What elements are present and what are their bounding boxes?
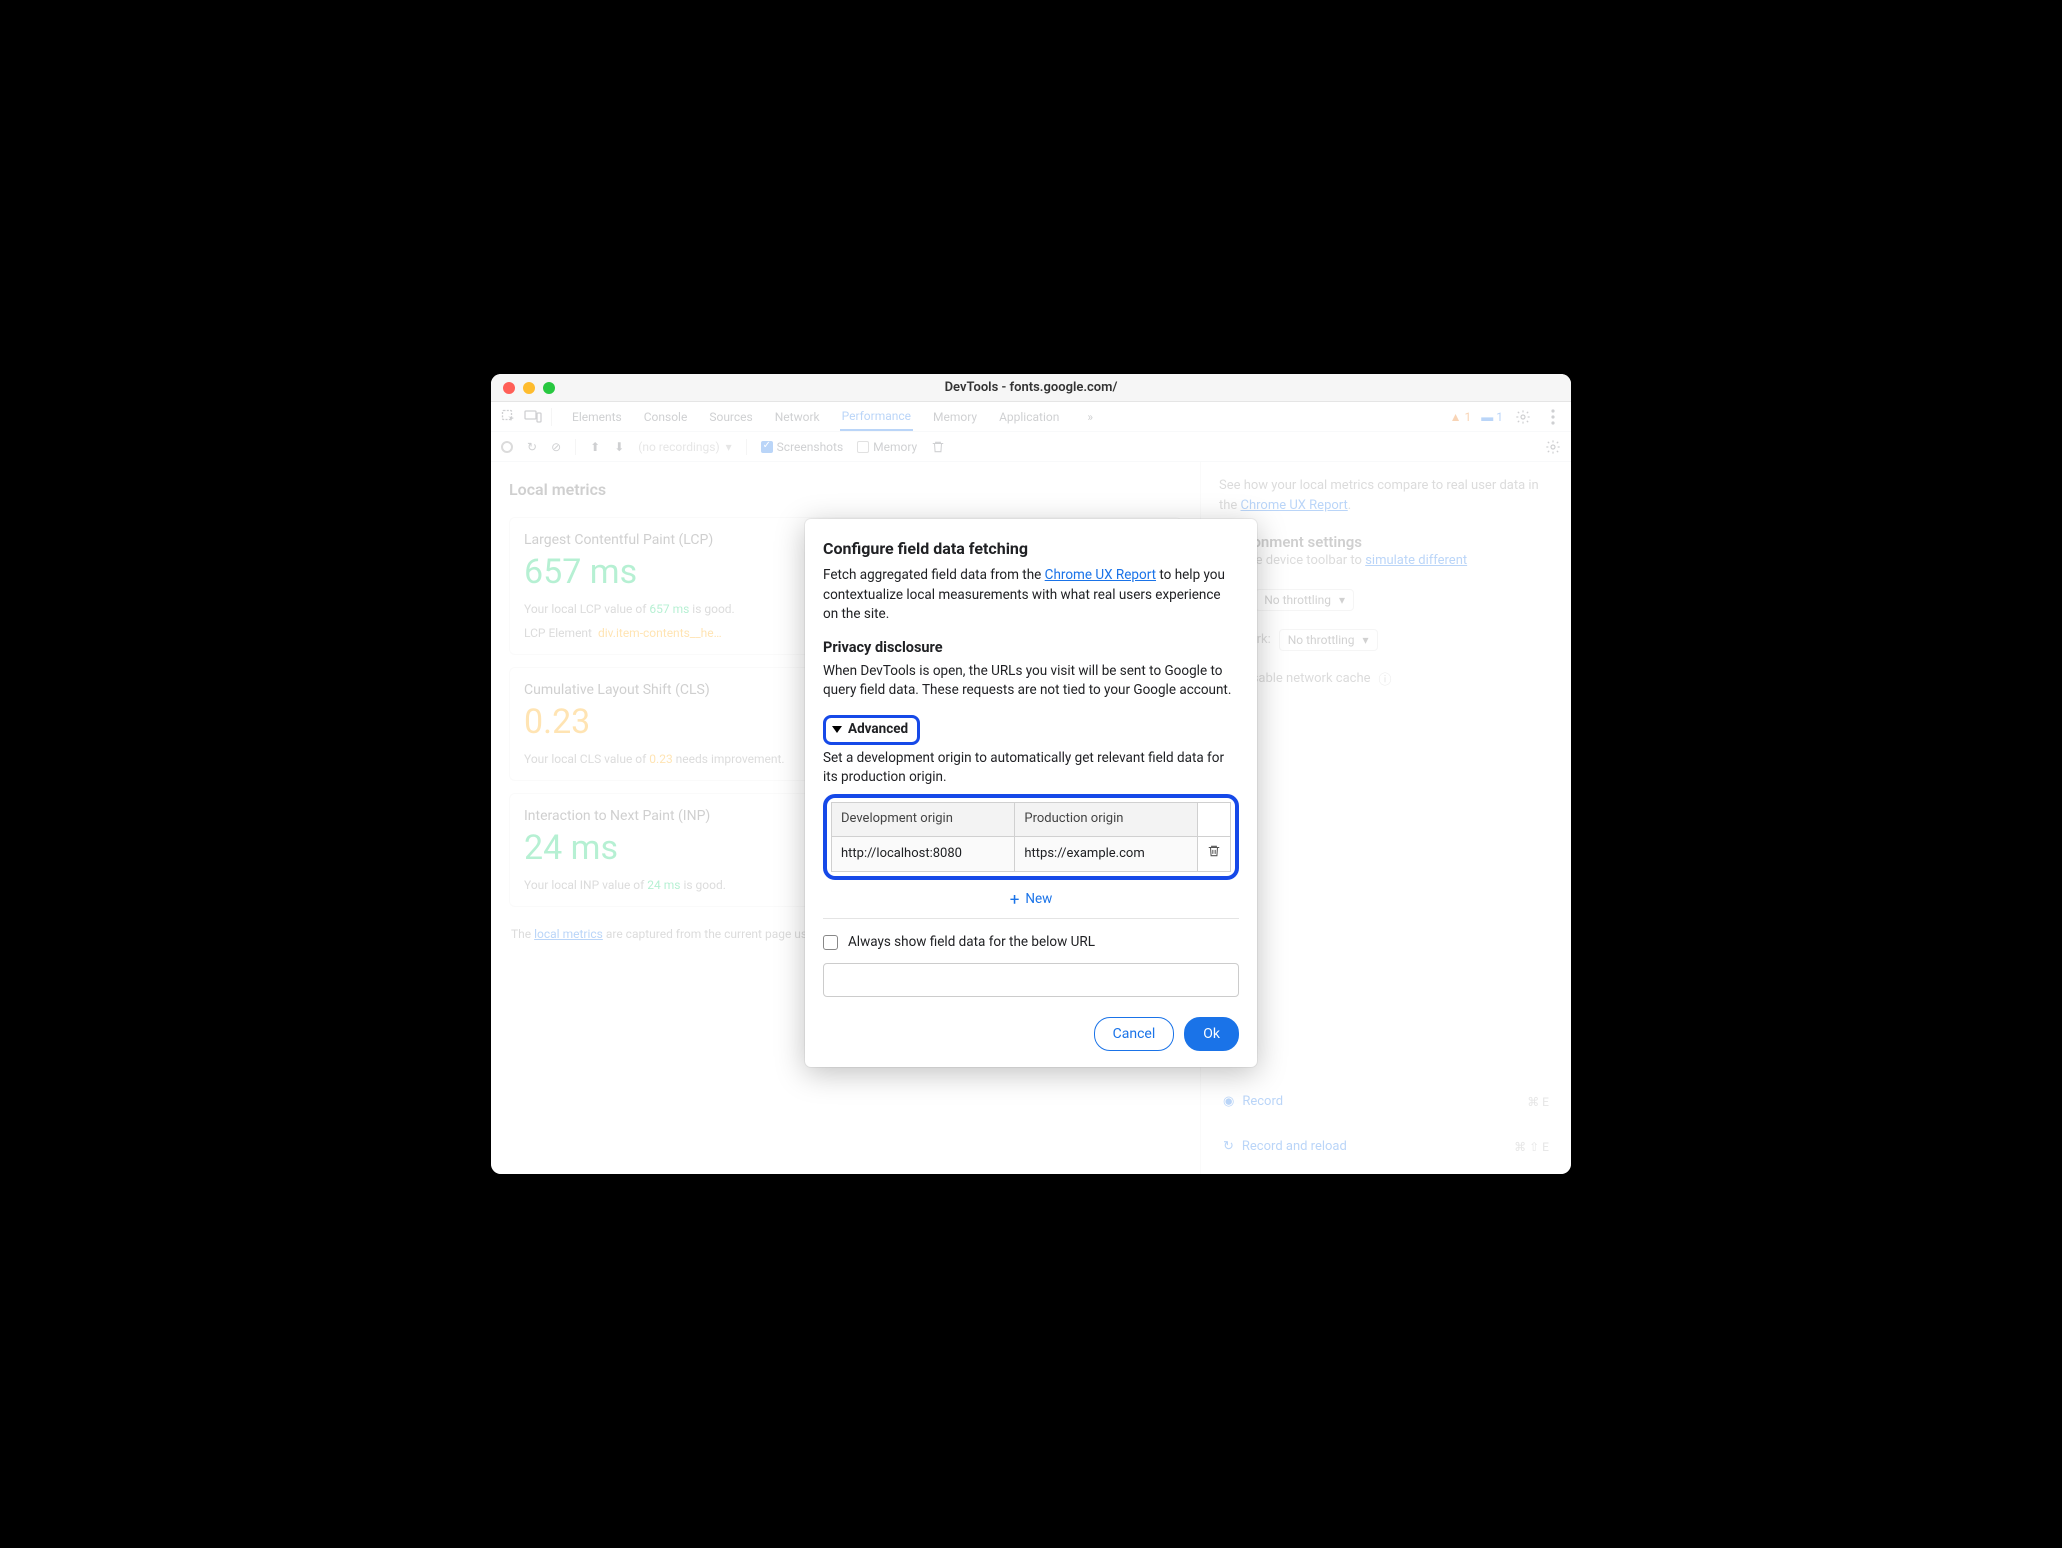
cpu-dropdown[interactable]: No throttling▾ [1255,589,1354,611]
advanced-toggle[interactable]: Advanced [823,715,920,745]
env-settings-text: Use the device toolbar to simulate diffe… [1219,551,1553,571]
dialog-title: Configure field data fetching [823,537,1239,560]
record-icon[interactable] [501,441,513,453]
tabs-overflow-icon[interactable]: » [1087,410,1093,424]
tab-memory[interactable]: Memory [931,404,979,430]
disclosure-triangle-icon [832,726,842,733]
gear-icon[interactable] [1513,407,1533,427]
kebab-icon[interactable] [1543,407,1563,427]
upload-icon[interactable]: ⬆ [590,440,600,454]
warnings-badge[interactable]: ▲ 1 [1450,410,1472,424]
local-metrics-heading: Local metrics [509,480,1182,499]
local-metrics-link[interactable]: local metrics [534,927,603,941]
record-icon: ◉ [1223,1094,1234,1109]
reload-icon: ↻ [1223,1139,1234,1154]
network-throttle-row: Network: No throttling▾ [1219,629,1553,651]
tab-application[interactable]: Application [997,404,1061,430]
divider [746,439,747,455]
prod-origin-header: Production origin [1015,802,1198,836]
screenshots-checkbox[interactable]: Screenshots [761,440,843,454]
memory-checkbox[interactable]: Memory [857,440,917,454]
issues-badge[interactable]: ▬ 1 [1481,410,1503,424]
inspect-icon[interactable] [499,407,519,427]
tab-sources[interactable]: Sources [707,404,754,430]
simulate-link[interactable]: simulate different [1365,553,1467,568]
privacy-heading: Privacy disclosure [823,637,1239,658]
privacy-body: When DevTools is open, the URLs you visi… [823,662,1239,701]
device-toolbar-icon[interactable] [523,407,543,427]
tabs-right: ▲ 1 ▬ 1 [1450,407,1563,427]
panel-gear-icon[interactable] [1545,439,1561,455]
delete-row-button[interactable] [1198,836,1231,872]
cpu-throttle-row: CPU: No throttling▾ [1219,589,1553,611]
titlebar: DevTools - fonts.google.com/ [491,374,1571,402]
add-new-mapping[interactable]: + New [823,890,1239,910]
origin-mapping-highlight: Development origin Production origin htt… [823,794,1239,881]
plus-icon: + [1010,892,1020,909]
performance-toolbar: ↻ ⊘ ⬆ ⬇ (no recordings)▾ Screenshots Mem… [491,432,1571,462]
window-title: DevTools - fonts.google.com/ [491,380,1571,395]
always-show-checkbox[interactable]: Always show field data for the below URL [823,933,1239,953]
crux-link[interactable]: Chrome UX Report [1045,567,1156,583]
origin-mapping-table: Development origin Production origin htt… [831,802,1231,873]
record-kbd: ⌘ E [1527,1095,1549,1109]
download-icon[interactable]: ⬇ [614,440,624,454]
lcp-element-link[interactable]: div.item-contents__he… [598,626,722,640]
advanced-desc: Set a development origin to automaticall… [823,749,1239,788]
network-dropdown[interactable]: No throttling▾ [1279,629,1378,651]
crux-link[interactable]: Chrome UX Report [1241,498,1348,513]
recordings-dropdown[interactable]: (no recordings)▾ [638,440,731,454]
tab-console[interactable]: Console [642,404,690,430]
disable-cache-row[interactable]: Disable network cache ⓘ [1219,669,1553,688]
cancel-button[interactable]: Cancel [1094,1017,1175,1051]
field-data-blurb: See how your local metrics compare to re… [1219,476,1553,515]
dialog-buttons: Cancel Ok [823,1017,1239,1051]
trash-icon[interactable] [931,440,945,454]
reload-icon[interactable]: ↻ [527,440,537,454]
prod-origin-cell[interactable]: https://example.com [1015,836,1198,872]
record-reload-action[interactable]: ↻Record and reload ⌘ ⇧ E [1219,1133,1553,1160]
clear-icon[interactable]: ⊘ [551,440,561,454]
divider [575,439,576,455]
devtools-tabs: Elements Console Sources Network Perform… [491,402,1571,432]
configure-field-data-dialog: Configure field data fetching Fetch aggr… [805,519,1257,1067]
checkbox-icon [823,935,838,950]
record-action[interactable]: ◉Record ⌘ E [1219,1088,1553,1115]
tab-row: Elements Console Sources Network Perform… [570,403,1093,431]
help-icon[interactable]: ⓘ [1379,669,1392,688]
env-settings-heading: Environment settings [1219,533,1553,551]
tab-elements[interactable]: Elements [570,404,624,430]
url-override-input[interactable] [823,963,1239,997]
origin-mapping-row: http://localhost:8080 https://example.co… [832,836,1231,872]
tab-network[interactable]: Network [773,404,822,430]
ok-button[interactable]: Ok [1184,1017,1239,1051]
devtools-window: DevTools - fonts.google.com/ Elements Co… [491,374,1571,1174]
dev-origin-cell[interactable]: http://localhost:8080 [832,836,1015,872]
divider [823,918,1239,919]
tab-performance[interactable]: Performance [840,403,913,431]
reload-kbd: ⌘ ⇧ E [1514,1140,1549,1154]
dev-origin-header: Development origin [832,802,1015,836]
dialog-intro: Fetch aggregated field data from the Chr… [823,566,1239,625]
divider [551,408,552,426]
